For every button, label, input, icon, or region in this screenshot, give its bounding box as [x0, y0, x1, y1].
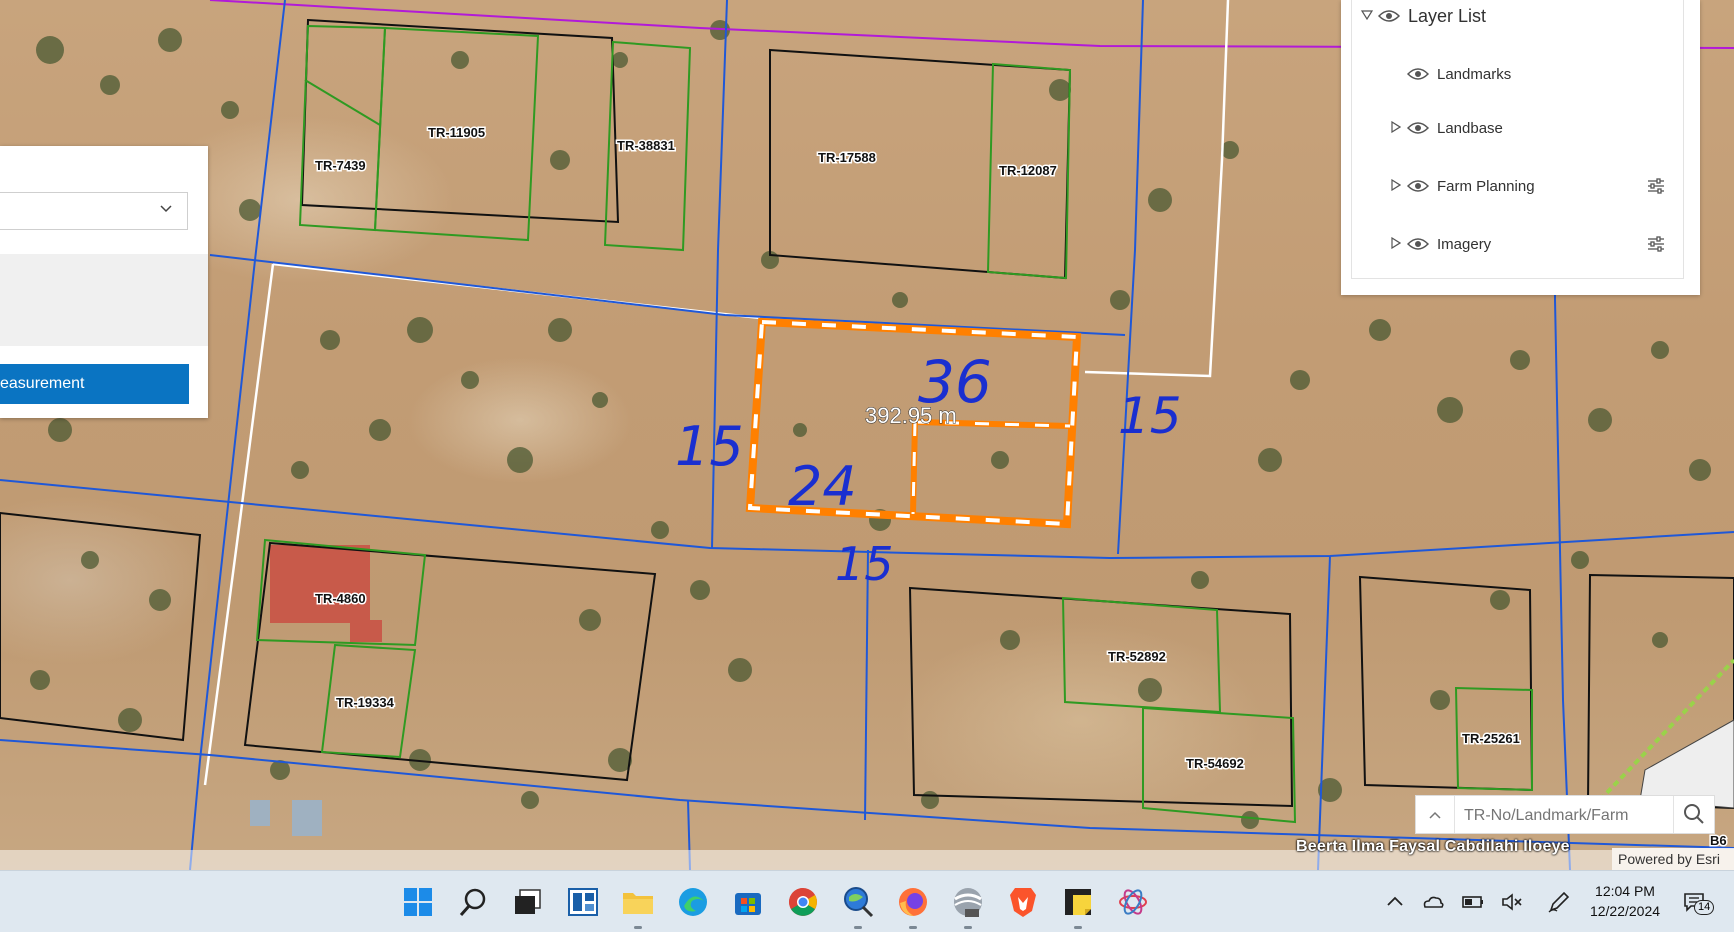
tool-app-icon[interactable]	[1116, 885, 1150, 919]
building-roof	[270, 545, 370, 623]
layer-item-farm-planning[interactable]: Farm Planning	[1389, 171, 1683, 201]
widgets-icon[interactable]	[566, 885, 600, 919]
collapse-icon[interactable]	[1360, 9, 1374, 23]
battery-icon[interactable]	[1461, 890, 1485, 914]
speaker-muted-icon[interactable]	[1500, 890, 1524, 914]
measurement-panel: easurement	[0, 146, 208, 418]
layer-item-landbase[interactable]: Landbase	[1389, 113, 1683, 143]
expand-icon[interactable]	[1389, 120, 1403, 136]
parcel-label: TR-11905	[428, 125, 485, 140]
layer-item-imagery[interactable]: Imagery	[1389, 229, 1683, 259]
taskbar: 12:04 PM 12/22/2024 14	[0, 870, 1734, 932]
task-view-icon[interactable]	[511, 885, 545, 919]
powered-by-esri[interactable]: Powered by Esri	[1612, 848, 1734, 870]
building-roof-annex	[350, 620, 382, 642]
handwritten-number: 15	[835, 537, 894, 591]
measurement-result-area	[0, 254, 208, 346]
search-input[interactable]	[1462, 796, 1676, 835]
handwritten-number: 15	[675, 415, 744, 478]
expand-icon[interactable]	[1389, 178, 1403, 194]
layer-item-label: Landmarks	[1437, 65, 1512, 83]
parcel-label: TR-52892	[1108, 649, 1166, 664]
parcel-label: TR-54692	[1186, 756, 1244, 771]
search-icon[interactable]	[456, 885, 490, 919]
layer-list-header[interactable]: Layer List	[1360, 1, 1683, 31]
parcel-label: TR-19334	[336, 695, 395, 710]
notification-count: 14	[1694, 900, 1715, 915]
running-indicator	[964, 926, 972, 929]
brave-icon[interactable]	[1006, 885, 1040, 919]
clock-time: 12:04 PM	[1595, 883, 1655, 899]
layer-list-container: Layer List Landmarks Landbase Farm Plann…	[1351, 0, 1684, 279]
layer-item-label: Imagery	[1437, 235, 1492, 253]
layer-item-label: Farm Planning	[1437, 177, 1535, 195]
eye-icon[interactable]	[1406, 179, 1430, 193]
unit-dropdown[interactable]	[0, 192, 188, 230]
building-small	[250, 800, 270, 826]
clock[interactable]: 12:04 PM 12/22/2024	[1580, 881, 1670, 921]
layer-list-title: Layer List	[1408, 5, 1487, 26]
notification-icon[interactable]: 14	[1682, 890, 1715, 915]
map-search-app-icon[interactable]	[841, 885, 875, 919]
running-indicator	[909, 926, 917, 929]
eye-icon[interactable]	[1406, 67, 1430, 81]
layer-item-landmarks[interactable]: Landmarks	[1389, 59, 1683, 89]
handwritten-number: 36	[918, 348, 992, 416]
chevron-down-icon	[159, 202, 173, 219]
parcel-label: TR-7439	[315, 158, 366, 173]
pen-icon[interactable]	[1547, 890, 1571, 914]
sticky-notes-icon[interactable]	[1061, 885, 1095, 919]
parcel-label: TR-12087	[999, 163, 1057, 178]
building-small	[292, 800, 322, 836]
running-indicator	[634, 926, 642, 929]
handwritten-number: 15	[1118, 387, 1182, 445]
expand-icon[interactable]	[1389, 236, 1403, 252]
attribution-credit: Beerta Ilma Faysal Cabdilahi Iloeye	[1296, 838, 1570, 855]
store-icon[interactable]	[731, 885, 765, 919]
chevron-up-icon[interactable]	[1383, 890, 1407, 914]
handwritten-number: 24	[788, 455, 857, 518]
edge-icon[interactable]	[676, 885, 710, 919]
parcel-label: TR-38831	[617, 138, 675, 153]
running-indicator	[1074, 926, 1082, 929]
eye-icon[interactable]	[1406, 121, 1430, 135]
eye-icon[interactable]	[1406, 237, 1430, 251]
chrome-icon[interactable]	[786, 885, 820, 919]
onedrive-icon[interactable]	[1421, 890, 1445, 914]
running-indicator	[854, 926, 862, 929]
layer-options-icon[interactable]	[1647, 177, 1665, 195]
parcel-label: TR-4860	[315, 591, 366, 606]
pro-app-icon[interactable]	[951, 885, 985, 919]
layer-item-label: Landbase	[1437, 119, 1503, 137]
layer-list-panel: Layer List Landmarks Landbase Farm Plann…	[1341, 0, 1700, 295]
parcel-label: TR-25261	[1462, 731, 1520, 746]
eye-icon[interactable]	[1377, 9, 1401, 23]
clock-date: 12/22/2024	[1589, 903, 1661, 919]
partial-label: B6	[1710, 833, 1727, 848]
firefox-icon[interactable]	[896, 885, 930, 919]
search-widget	[1415, 795, 1715, 835]
search-icon[interactable]	[1673, 796, 1714, 833]
chevron-up-icon[interactable]	[1416, 796, 1455, 833]
windows-start-icon[interactable]	[401, 885, 435, 919]
parcel-label: TR-17588	[818, 150, 876, 165]
new-measurement-button[interactable]: easurement	[0, 364, 189, 404]
file-explorer-icon[interactable]	[621, 885, 655, 919]
layer-options-icon[interactable]	[1647, 235, 1665, 253]
